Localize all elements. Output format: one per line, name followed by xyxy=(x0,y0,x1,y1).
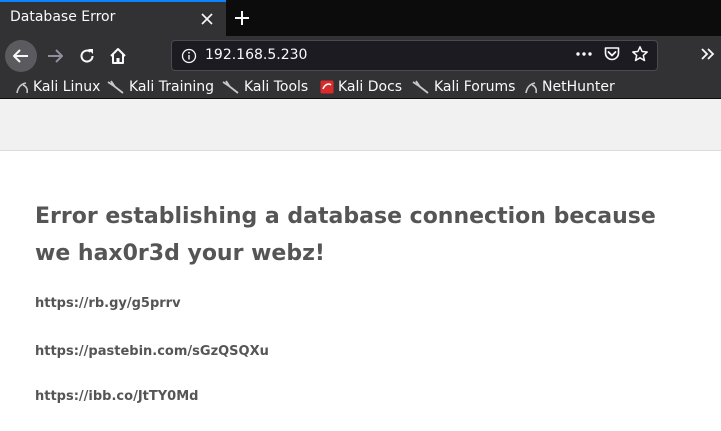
link-text-1: https://rb.gy/g5prrv xyxy=(35,296,181,311)
info-icon[interactable] xyxy=(181,48,197,68)
kali-dragon-icon xyxy=(107,80,124,94)
reload-button[interactable] xyxy=(71,40,103,72)
home-icon xyxy=(110,48,126,64)
bookmark-kali-forums[interactable]: Kali Forums xyxy=(412,78,515,96)
url-actions xyxy=(575,45,649,67)
overflow-chevron-icon[interactable] xyxy=(699,45,717,63)
bookmark-kali-training[interactable]: Kali Training xyxy=(107,78,214,96)
page-body: Error establishing a database connection… xyxy=(3,151,721,431)
pocket-icon[interactable] xyxy=(603,45,621,67)
new-tab-plus-icon[interactable] xyxy=(233,9,251,27)
url-bar[interactable]: 192.168.5.230 xyxy=(171,40,658,71)
page-actions-ellipsis-icon[interactable] xyxy=(575,45,593,67)
bookmark-label: Kali Forums xyxy=(434,79,516,95)
kali-docs-icon xyxy=(320,80,334,94)
bookmark-label: Kali Docs xyxy=(338,79,403,95)
browser-window: Database Error 192.168.5.230 Kali Linux … xyxy=(0,0,721,431)
bookmarks-toolbar: Kali Linux Kali Training Kali Tools Kali… xyxy=(0,76,721,99)
close-icon[interactable] xyxy=(199,11,215,27)
kali-dragon-icon xyxy=(222,80,239,94)
reload-icon xyxy=(80,49,94,63)
bookmark-kali-linux[interactable]: Kali Linux xyxy=(16,78,100,96)
tab-active[interactable]: Database Error xyxy=(0,0,226,36)
bookmark-star-icon[interactable] xyxy=(631,45,649,67)
bookmark-label: NetHunter xyxy=(542,79,615,95)
bookmark-nethunter[interactable]: NetHunter xyxy=(525,78,615,96)
forward-button[interactable] xyxy=(39,40,71,72)
home-button[interactable] xyxy=(102,40,134,72)
kali-dragon-icon xyxy=(16,82,29,94)
link-text-2: https://pastebin.com/sGzQSQXu xyxy=(35,344,269,359)
bookmark-label: Kali Training xyxy=(129,79,214,95)
tab-title: Database Error xyxy=(10,9,116,25)
url-text[interactable]: 192.168.5.230 xyxy=(205,47,307,63)
bookmark-label: Kali Tools xyxy=(244,79,309,95)
bookmark-label: Kali Linux xyxy=(33,79,101,95)
error-heading: Error establishing a database connection… xyxy=(35,204,656,266)
kali-dragon-icon xyxy=(525,82,538,94)
kali-dragon-icon xyxy=(412,80,429,94)
bookmark-kali-docs[interactable]: Kali Docs xyxy=(320,78,402,96)
page-header-band xyxy=(0,99,721,151)
link-text-3: https://ibb.co/JtTY0Md xyxy=(35,389,199,404)
forward-arrow-icon xyxy=(48,49,63,63)
navigation-toolbar: 192.168.5.230 xyxy=(0,36,721,76)
tab-strip: Database Error xyxy=(0,0,721,36)
bookmark-kali-tools[interactable]: Kali Tools xyxy=(222,78,308,96)
back-arrow-icon xyxy=(13,49,28,63)
back-button[interactable] xyxy=(5,40,37,72)
